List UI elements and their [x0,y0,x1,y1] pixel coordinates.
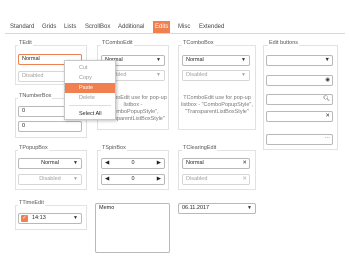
tclearingedit-title: TClearingEdit [182,145,218,151]
menu-separator [69,105,111,106]
tpopupbox-value: Normal [41,160,59,166]
tab-additional[interactable]: Additional [116,21,146,33]
tab-standard[interactable]: Standard [8,21,36,33]
tclearingedit-disabled: Disabled ✕ [182,174,250,185]
edit-context-menu: Cut Copy Paste Delete Select All [64,60,116,120]
tab-grids[interactable]: Grids [40,21,58,33]
chevron-down-icon[interactable]: ▼ [247,204,252,213]
tpopupbox-disabled: Disabled ▼ [18,174,82,185]
password-edit[interactable]: ◉ [266,75,333,86]
tspinbox-input-2[interactable]: ◀ 0 ▶ [101,174,165,185]
ellipsis-icon[interactable]: ⋯ [325,135,331,144]
checkbox-checked-icon[interactable]: ✓ [21,215,28,222]
memo-textarea[interactable]: Memo [95,203,170,253]
chevron-down-icon[interactable]: ▼ [73,214,78,223]
tspinbox-value-2: 0 [131,176,135,182]
ttimeedit-title: TTimeEdit [18,200,45,206]
tpopupbox-disabled-value: Disabled [39,176,61,182]
tclearingedit-value: Normal [186,160,204,166]
chevron-down-icon[interactable]: ▼ [325,56,330,65]
chevron-left-icon[interactable]: ◀ [105,159,109,168]
menu-item-copy[interactable]: Copy [65,73,115,83]
tcombobox-disabled-value: Disabled [186,72,208,78]
search-icon[interactable]: 🔍︎ [323,95,330,104]
chevron-down-icon: ▼ [241,72,246,78]
ttimeedit-value: 14:13 [32,215,46,221]
tab-edits[interactable]: Edits [153,21,171,33]
tclearingedit-disabled-value: Disabled [186,176,208,182]
tpopupbox-normal[interactable]: Normal ▼ [18,158,82,169]
date-edit[interactable]: 06.11.2017 ▼ [178,203,256,214]
tab-extended[interactable]: Extended [197,21,226,33]
memo-text: Memo [99,205,115,211]
tclearingedit-normal[interactable]: Normal ✕ [182,158,250,169]
dropdown-edit[interactable]: ▼ [266,55,333,66]
edit-buttons-title: Edit buttons [268,40,300,46]
close-icon: ✕ [242,176,247,182]
chevron-down-icon: ▼ [73,176,78,182]
tcomboedit-title: TComboEdit [101,40,134,46]
tcombobox-disabled: Disabled ▼ [182,70,250,81]
search-edit[interactable]: 🔍︎ [266,94,333,105]
tnumberbox-title: TNumberBox [18,93,53,99]
chevron-down-icon[interactable]: ▼ [241,56,246,65]
eye-icon[interactable]: ◉ [325,76,330,85]
menu-item-delete[interactable]: Delete [65,93,115,103]
menu-item-paste[interactable]: Paste [65,83,115,93]
date-edit-value: 06.11.2017 [182,205,210,211]
ttimeedit-input[interactable]: ✓ 14:13 ▼ [18,213,82,224]
close-icon[interactable]: ✕ [242,159,247,168]
menu-item-select-all[interactable]: Select All [65,109,115,119]
tab-scrollbox[interactable]: ScrollBox [83,21,112,33]
chevron-down-icon[interactable]: ▼ [73,159,78,168]
tcombobox-value: Normal [186,57,204,63]
tspinbox-title: TSpinBox [101,145,127,151]
tedit-title: TEdit [18,40,33,46]
tcombobox-title: TComboBox [182,40,215,46]
chevron-left-icon[interactable]: ◀ [105,175,109,184]
tcombobox-normal[interactable]: Normal ▼ [182,55,250,66]
menu-item-cut[interactable]: Cut [65,63,115,73]
tab-lists[interactable]: Lists [62,21,78,33]
tspinbox-value-1: 0 [131,160,135,166]
tpopupbox-title: TPopupBox [18,145,49,151]
close-icon[interactable]: ✕ [325,112,330,121]
clear-edit[interactable]: ✕ [266,111,333,122]
tspinbox-input-1[interactable]: ◀ 0 ▶ [101,158,165,169]
ellipsis-edit[interactable]: ⋯ [266,134,333,145]
chevron-right-icon[interactable]: ▶ [157,159,161,168]
tab-misc[interactable]: Misc [176,21,192,33]
tnumberbox-input-2[interactable]: 0 [18,121,82,132]
chevron-down-icon: ▼ [156,72,161,78]
tcombobox-note: TComboEdit use for pop-up listbox - "Com… [181,95,253,115]
chevron-down-icon[interactable]: ▼ [156,56,161,65]
tab-underline [5,33,345,34]
chevron-right-icon[interactable]: ▶ [157,175,161,184]
